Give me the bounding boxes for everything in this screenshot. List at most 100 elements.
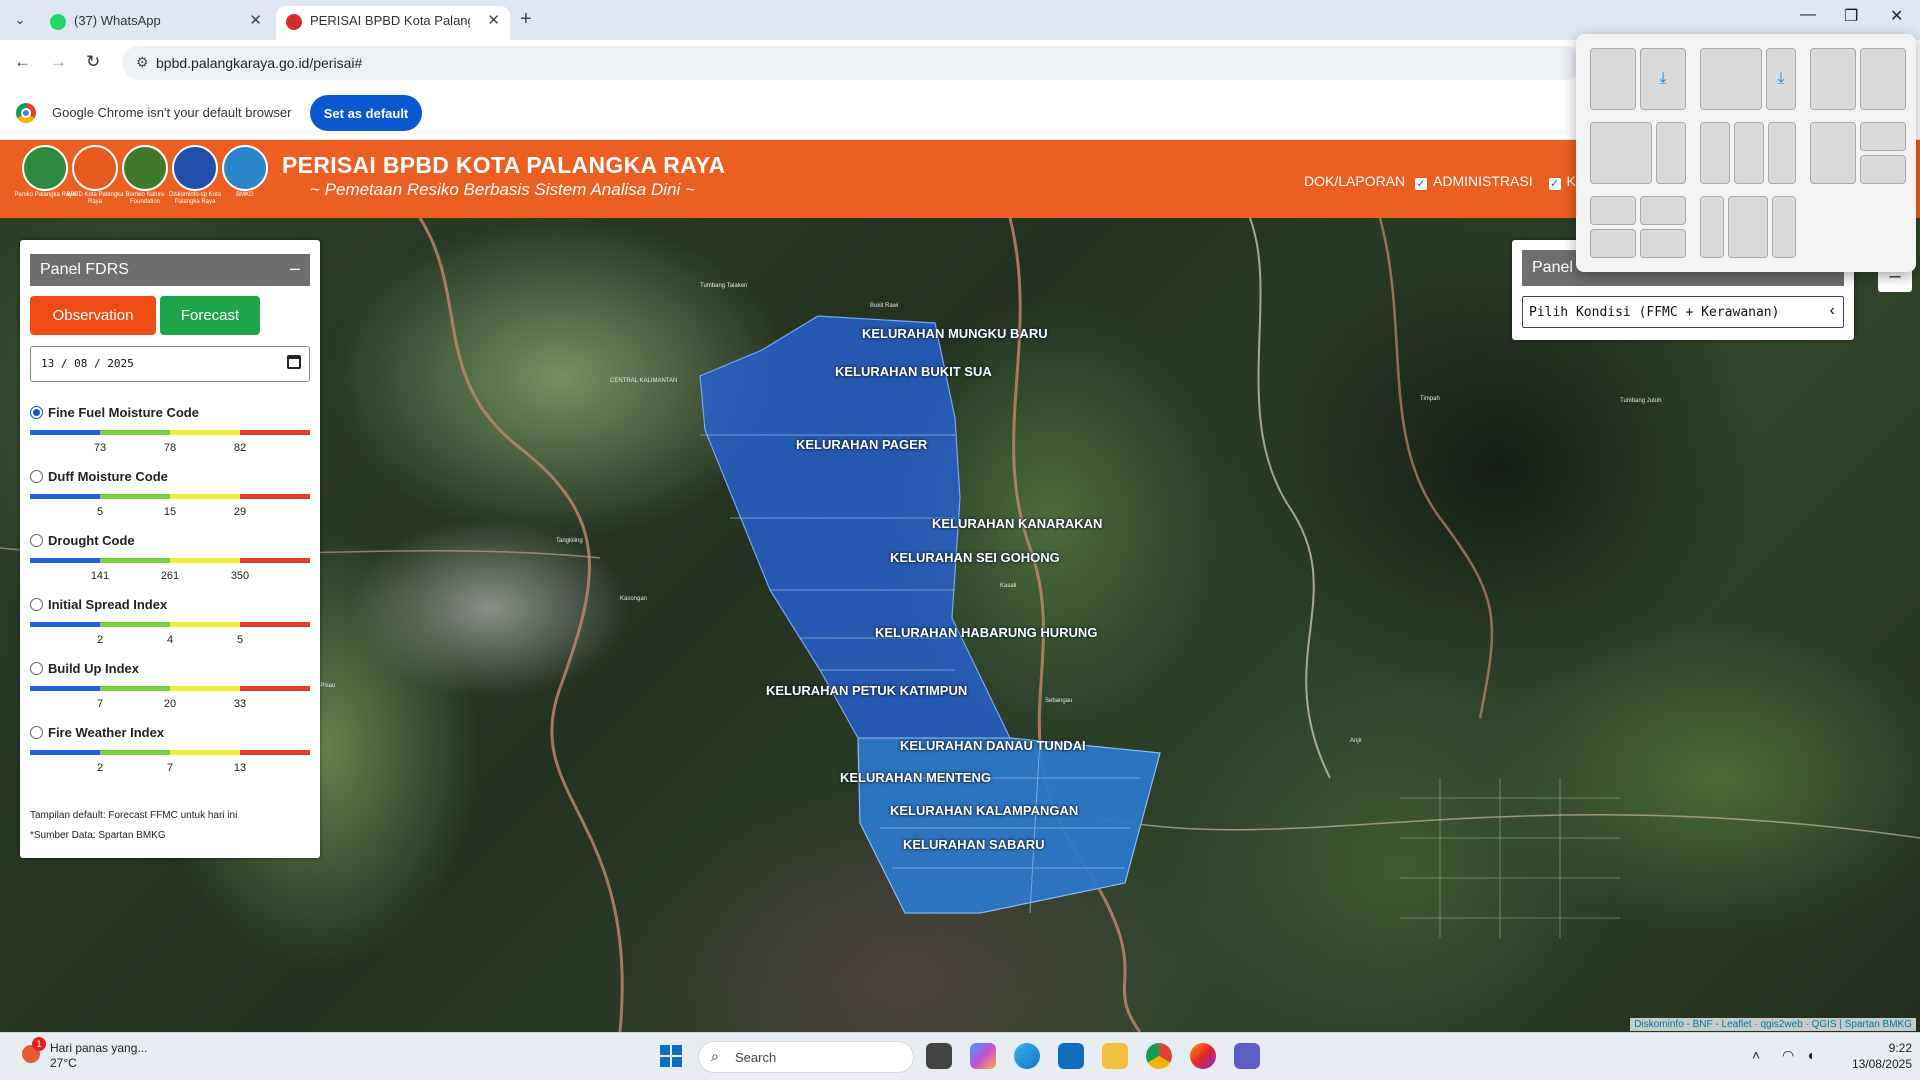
calendar-icon[interactable] (287, 355, 301, 369)
partner-logo (122, 145, 168, 191)
snap-zone[interactable] (1700, 48, 1762, 110)
partner-logo (72, 145, 118, 191)
tray-chevron-up-icon[interactable]: ˄ (1752, 1047, 1760, 1063)
firefox-icon[interactable] (1190, 1043, 1216, 1069)
snap-zone-download-icon[interactable]: ⤓ (1766, 48, 1796, 110)
teams-icon[interactable] (1234, 1043, 1260, 1069)
snap-zone[interactable] (1590, 48, 1636, 110)
observation-button[interactable]: Observation (30, 296, 156, 335)
weather-temp: 27°C (50, 1056, 77, 1070)
notification-badge: 1 (32, 1037, 46, 1051)
snap-zone[interactable] (1810, 122, 1856, 184)
fdrs-index-name: Drought Code (48, 533, 135, 548)
checkbox-icon[interactable]: ✓ (1415, 178, 1428, 190)
snap-zone[interactable] (1590, 122, 1652, 184)
minimize-window-icon[interactable]: — (1800, 6, 1816, 24)
taskbar-search[interactable]: ⌕ Search (698, 1041, 914, 1073)
fdrs-color-scale (30, 558, 310, 563)
close-tab-icon[interactable]: ✕ (249, 6, 262, 36)
kelurahan-label: KELURAHAN MENTENG (840, 770, 991, 785)
restore-window-icon[interactable]: ❐ (1844, 6, 1858, 26)
tab-whatsapp[interactable]: (37) WhatsApp ✕ (40, 6, 272, 40)
radio-button[interactable] (30, 598, 43, 611)
nav-dok-laporan[interactable]: DOK/LAPORAN (1304, 173, 1405, 189)
snap-zone[interactable] (1640, 229, 1686, 258)
new-tab-icon[interactable]: + (520, 8, 532, 31)
fdrs-index-option[interactable]: Initial Spread Index 2 4 5 (30, 596, 310, 656)
condition-select-value: Pilih Kondisi (FFMC + Kerawanan) (1529, 305, 1780, 320)
radio-button[interactable] (30, 662, 43, 675)
close-tab-icon[interactable]: ✕ (487, 6, 500, 36)
scale-segment (30, 750, 100, 755)
snap-zone[interactable] (1860, 122, 1906, 151)
task-view-icon[interactable] (926, 1043, 952, 1069)
windows-start-icon[interactable] (660, 1045, 682, 1067)
kelurahan-label: KELURAHAN KALAMPANGAN (890, 803, 1079, 818)
taskbar-clock[interactable]: 9:22 13/08/2025 (1832, 1040, 1912, 1072)
snap-zone[interactable] (1656, 122, 1686, 184)
back-icon[interactable]: ← (14, 52, 31, 72)
scale-tick-label: 7 (166, 762, 174, 774)
place-label: CENTRAL KALIMANTAN (610, 378, 678, 384)
forecast-button[interactable]: Forecast (160, 296, 260, 335)
snap-zone[interactable] (1700, 122, 1730, 184)
fdrs-index-option[interactable]: Build Up Index 7 20 33 (30, 660, 310, 720)
scale-segment (100, 750, 170, 755)
address-bar[interactable]: ⚙ bpbd.palangkaraya.go.id/perisai# (122, 46, 1582, 80)
scale-segment (30, 430, 100, 435)
collapse-panel-icon[interactable]: – (290, 258, 300, 279)
snap-zone-download-icon[interactable]: ⤓ (1640, 48, 1686, 110)
snap-zone[interactable] (1810, 48, 1856, 110)
snap-zone[interactable] (1590, 196, 1636, 225)
site-info-icon[interactable]: ⚙ (136, 54, 149, 71)
map-attribution[interactable]: Diskominfo - BNF - Leaflet · qgis2web · … (1630, 1018, 1916, 1031)
reload-icon[interactable]: ↻ (86, 52, 100, 72)
snap-zone[interactable] (1640, 196, 1686, 225)
header-nav: DOK/LAPORAN ✓ADMINISTRASI ✓KA (1304, 173, 1597, 190)
fdrs-index-option[interactable]: Fire Weather Index 2 7 13 (30, 724, 310, 784)
scale-tick-label: 261 (160, 570, 180, 582)
radio-button[interactable] (30, 534, 43, 547)
snap-zone[interactable] (1768, 122, 1796, 184)
set-as-default-button[interactable]: Set as default (310, 95, 422, 131)
scale-tick-label: 82 (233, 442, 247, 454)
fdrs-index-option[interactable]: Fine Fuel Moisture Code 73 78 82 (30, 404, 310, 464)
edge-icon[interactable] (1014, 1043, 1040, 1069)
wifi-icon[interactable]: ◠ (1782, 1047, 1794, 1064)
forward-icon[interactable]: → (50, 52, 67, 72)
condition-select[interactable]: Pilih Kondisi (FFMC + Kerawanan) ‹ (1522, 296, 1844, 328)
radio-button[interactable] (30, 726, 43, 739)
snap-zone[interactable] (1772, 196, 1796, 258)
tab-search-chevron-icon[interactable]: ⌄ (8, 8, 32, 32)
date-input[interactable]: 13 / 08 / 2025 (30, 346, 310, 382)
kelurahan-label: KELURAHAN PAGER (796, 437, 928, 452)
snap-zone[interactable] (1860, 155, 1906, 184)
scale-tick-label: 73 (93, 442, 107, 454)
chrome-taskbar-icon[interactable] (1146, 1043, 1172, 1069)
scale-tick-label: 13 (233, 762, 247, 774)
radio-button[interactable] (30, 470, 43, 483)
checkbox-icon[interactable]: ✓ (1548, 178, 1561, 190)
snap-layouts-flyout: ⤓ ⤓ (1576, 34, 1916, 272)
place-label: Tumbang Jutuh (1620, 398, 1662, 404)
snap-zone[interactable] (1700, 196, 1724, 258)
fdrs-color-scale (30, 686, 310, 691)
scale-segment (240, 430, 310, 435)
nav-administrasi[interactable]: ✓ ADMINISTRASI (1415, 173, 1539, 190)
speaker-icon[interactable]: ◖ (1806, 1047, 1814, 1063)
file-explorer-icon[interactable] (1102, 1043, 1128, 1069)
copilot-icon[interactable] (970, 1043, 996, 1069)
fdrs-index-name: Fine Fuel Moisture Code (48, 405, 199, 420)
fdrs-color-scale (30, 494, 310, 499)
close-window-icon[interactable]: ✕ (1890, 6, 1903, 26)
fdrs-index-option[interactable]: Duff Moisture Code 5 15 29 (30, 468, 310, 528)
snap-zone[interactable] (1590, 229, 1636, 258)
tab-perisai[interactable]: PERISAI BPBD Kota Palangka Ra ✕ (276, 6, 510, 40)
snap-zone[interactable] (1860, 48, 1906, 110)
radio-button[interactable] (30, 406, 43, 419)
scale-tick-label: 5 (236, 634, 244, 646)
snap-zone[interactable] (1734, 122, 1764, 184)
outlook-icon[interactable] (1058, 1043, 1084, 1069)
fdrs-index-option[interactable]: Drought Code 141 261 350 (30, 532, 310, 592)
snap-zone[interactable] (1728, 196, 1768, 258)
